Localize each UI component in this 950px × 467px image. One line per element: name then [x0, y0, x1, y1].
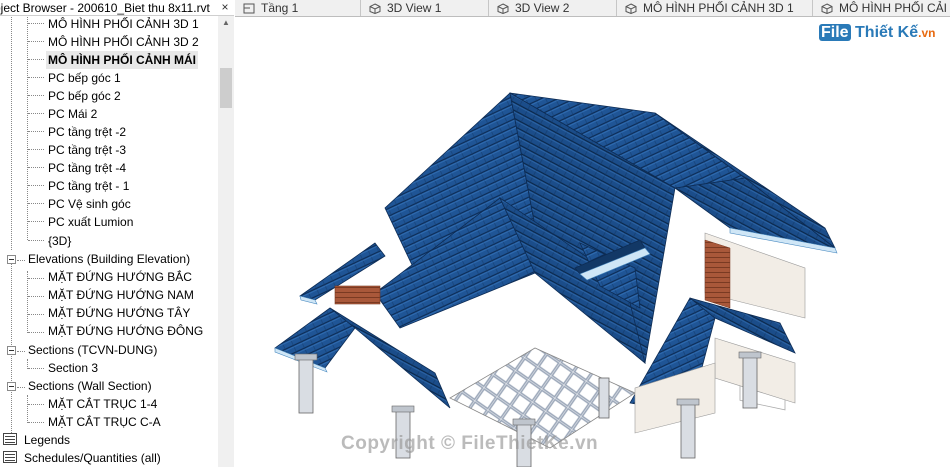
tree-guide-line	[28, 113, 44, 114]
tree-item-3d-view[interactable]: PC xuất Lumion	[46, 213, 135, 231]
house-roof-3d-model	[274, 92, 838, 467]
tree-item-3d-view[interactable]: PC tầng trệt - 1	[46, 177, 131, 195]
tree-item-3d-view[interactable]: PC tầng trệt -2	[46, 123, 128, 141]
tree-guide-line	[27, 16, 28, 240]
tree-guide-line	[28, 314, 44, 315]
collapse-toggle-icon[interactable]	[7, 346, 16, 355]
tree-category-legends[interactable]: Legends	[22, 431, 72, 449]
3d-view-icon	[821, 3, 833, 14]
tree-item-section[interactable]: MẶT CẮT TRỤC 1-4	[46, 395, 159, 413]
tab-mo-hinh-phoi-canh-3d-1[interactable]: MÔ HÌNH PHỐI CẢNH 3D 1	[617, 0, 813, 16]
tree-guide-line	[28, 77, 44, 78]
tab-3d-view-1[interactable]: 3D View 1	[361, 0, 489, 16]
legends-icon	[3, 433, 17, 445]
schedules-icon	[3, 451, 17, 463]
tree-guide-line	[28, 41, 44, 42]
tree-guide-line	[27, 395, 28, 423]
close-icon[interactable]: ×	[218, 0, 232, 15]
tree-guide-line	[28, 404, 44, 405]
project-browser-scrollbar[interactable]: ▲	[218, 16, 234, 467]
tree-guide-line	[28, 221, 44, 222]
view-tab-bar: Tầng 1 3D View 1 3D View 2 MÔ HÌNH PHỐI …	[235, 0, 950, 17]
3d-viewport[interactable]: Copyright © FileThietKe.vn File Thiết Kế…	[235, 18, 950, 467]
tree-guide-line	[28, 59, 44, 60]
tree-item-3d-view-selected[interactable]: MÔ HÌNH PHỐI CẢNH MÁI	[46, 51, 198, 69]
scrollbar-thumb[interactable]	[220, 68, 232, 108]
tree-item-3d-view[interactable]: PC Mái 2	[46, 105, 99, 123]
tree-guide-line	[27, 271, 28, 333]
scroll-up-icon[interactable]: ▲	[218, 16, 234, 30]
tree-guide-line	[28, 278, 44, 279]
tree-item-elevation[interactable]: MẶT ĐỨNG HƯỚNG BẮC	[46, 268, 194, 286]
tree-guide-line	[28, 296, 44, 297]
tree-guide-line	[28, 23, 44, 24]
tree-item-3d-view[interactable]: PC tầng trệt -4	[46, 159, 128, 177]
project-browser-tree: MÔ HÌNH PHỐI CẢNH 3D 1 MÔ HÌNH PHỐI CẢNH…	[0, 16, 218, 467]
tree-category-schedules[interactable]: Schedules/Quantities (all)	[22, 449, 163, 467]
tree-item-elevation[interactable]: MẶT ĐỨNG HƯỚNG NAM	[46, 286, 196, 304]
tree-guide-line	[28, 422, 44, 423]
tree-item-section[interactable]: Section 3	[46, 359, 100, 377]
project-browser-title-bar: oject Browser - 200610_Biet thu 8x11.rvt…	[0, 0, 234, 16]
tab-tang-1[interactable]: Tầng 1	[235, 0, 361, 16]
tree-item-elevation[interactable]: MẶT ĐỨNG HƯỚNG TÂY	[46, 304, 192, 322]
tree-category-sections-tcvn[interactable]: Sections (TCVN-DUNG)	[26, 341, 159, 359]
tree-category-sections-wall[interactable]: Sections (Wall Section)	[26, 377, 154, 395]
tree-category-elevations[interactable]: Elevations (Building Elevation)	[26, 250, 192, 268]
tree-item-3d-view[interactable]: MÔ HÌNH PHỐI CẢNH 3D 1	[46, 16, 201, 33]
project-browser-title: oject Browser - 200610_Biet thu 8x11.rvt	[0, 1, 210, 15]
filethietke-logo: File Thiết Kế.vn	[819, 24, 936, 41]
tree-guide-line	[28, 240, 44, 241]
copyright-watermark: Copyright © FileThietKe.vn	[341, 433, 599, 454]
tree-guide-line	[17, 260, 25, 261]
tree-item-3d-view[interactable]: PC bếp góc 2	[46, 87, 123, 105]
tree-item-3d-view[interactable]: PC tầng trệt -3	[46, 141, 128, 159]
tree-guide-line	[17, 387, 25, 388]
tab-mo-hinh-phoi-canh-mai[interactable]: MÔ HÌNH PHỐI CẢI	[813, 0, 950, 16]
tree-guide-line	[28, 185, 44, 186]
tree-item-3d-view[interactable]: {3D}	[46, 232, 73, 250]
tree-guide-line	[28, 368, 44, 369]
tree-item-3d-view[interactable]: MÔ HÌNH PHỐI CẢNH 3D 2	[46, 33, 201, 51]
tree-item-section[interactable]: MẶT CẮT TRỤC C-A	[46, 413, 163, 431]
3d-view-icon	[625, 3, 637, 14]
tree-guide-line	[28, 203, 44, 204]
tree-guide-line	[28, 149, 44, 150]
tree-item-elevation[interactable]: MẶT ĐỨNG HƯỚNG ĐÔNG	[46, 322, 205, 340]
tree-guide-line	[28, 167, 44, 168]
collapse-toggle-icon[interactable]	[7, 382, 16, 391]
project-browser: oject Browser - 200610_Biet thu 8x11.rvt…	[0, 0, 234, 467]
tree-guide-line	[17, 351, 25, 352]
tree-item-3d-view[interactable]: PC bếp góc 1	[46, 69, 123, 87]
tree-guide-line	[28, 332, 44, 333]
tab-3d-view-2[interactable]: 3D View 2	[489, 0, 617, 16]
tree-guide-line	[28, 131, 44, 132]
tree-guide-line	[28, 95, 44, 96]
floor-plan-icon	[243, 3, 255, 14]
3d-view-icon	[369, 3, 381, 14]
tree-item-3d-view[interactable]: PC Vệ sinh góc	[46, 195, 133, 213]
tree-guide-line	[11, 16, 12, 250]
3d-view-icon	[497, 3, 509, 14]
collapse-toggle-icon[interactable]	[7, 255, 16, 264]
